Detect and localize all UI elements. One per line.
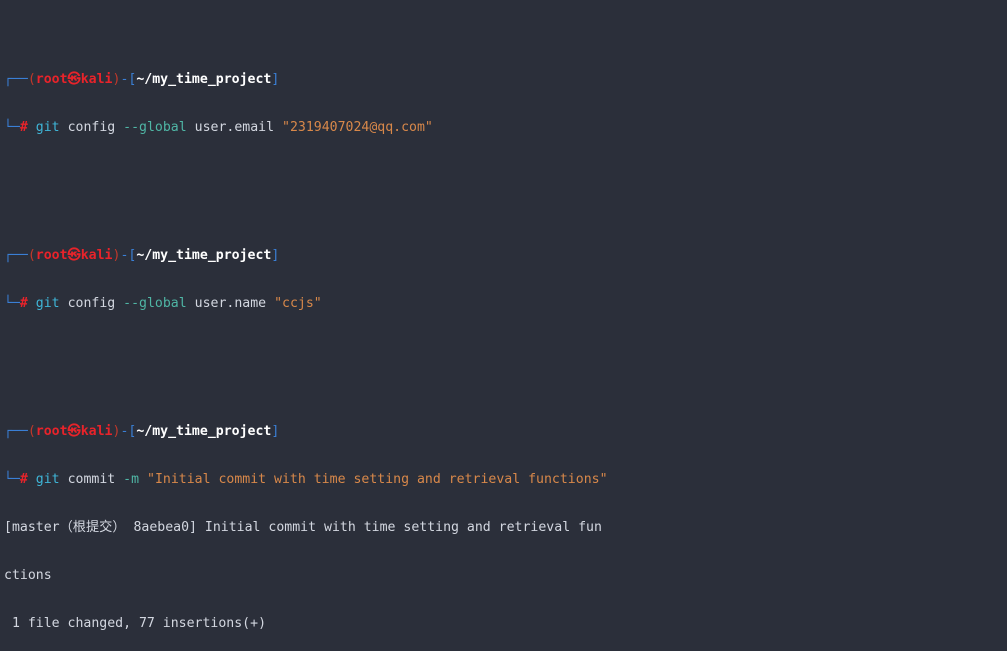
terminal-window[interactable]: ┌──(root㉿kali)-[~/my_time_project] └─# g… bbox=[0, 0, 1007, 651]
prompt-line-top: ┌──(root㉿kali)-[~/my_time_project] bbox=[4, 424, 1007, 440]
output-line: [master（根提交） 8aebea0] Initial commit wit… bbox=[4, 520, 602, 535]
command-arg: config bbox=[67, 296, 116, 311]
command-option: -m bbox=[123, 472, 140, 487]
prompt-hash: # bbox=[19, 296, 28, 311]
prompt-path: ~/my_time_project bbox=[136, 72, 272, 87]
command-name: git bbox=[35, 472, 60, 487]
prompt-user: root bbox=[35, 248, 68, 263]
prompt-user: root bbox=[35, 424, 68, 439]
prompt-host: kali bbox=[80, 248, 113, 263]
command-line-git-config-email[interactable]: └─# git config --global user.email "2319… bbox=[4, 120, 1007, 136]
prompt-host: kali bbox=[80, 72, 113, 87]
prompt-box-bottom: └─ bbox=[4, 472, 20, 487]
prompt-path: ~/my_time_project bbox=[136, 248, 272, 263]
prompt-close-bracket: ] bbox=[271, 72, 280, 87]
prompt-open-paren: ( bbox=[27, 248, 36, 263]
kali-logo-icon: ㉿ bbox=[67, 424, 81, 439]
prompt-open-paren: ( bbox=[27, 72, 36, 87]
prompt-line-top: ┌──(root㉿kali)-[~/my_time_project] bbox=[4, 72, 1007, 88]
kali-logo-icon: ㉿ bbox=[67, 72, 81, 87]
prompt-close-bracket: ] bbox=[271, 248, 280, 263]
output-line: ctions bbox=[4, 568, 52, 583]
prompt-box-bottom: └─ bbox=[4, 296, 20, 311]
command-arg: config bbox=[67, 120, 116, 135]
command-name: git bbox=[35, 120, 60, 135]
output-line: 1 file changed, 77 insertions(+) bbox=[4, 616, 267, 631]
prompt-hash: # bbox=[19, 120, 28, 135]
prompt-line-top: ┌──(root㉿kali)-[~/my_time_project] bbox=[4, 248, 1007, 264]
command-string: "Initial commit with time setting and re… bbox=[147, 472, 608, 487]
prompt-box-top: ┌── bbox=[4, 72, 28, 87]
command-line-git-config-name[interactable]: └─# git config --global user.name "ccjs" bbox=[4, 296, 1007, 312]
prompt-path: ~/my_time_project bbox=[136, 424, 272, 439]
command-option: --global bbox=[123, 296, 187, 311]
command-option: --global bbox=[123, 120, 187, 135]
prompt-user: root bbox=[35, 72, 68, 87]
command-string: "ccjs" bbox=[274, 296, 322, 311]
terminal-screen[interactable]: ┌──(root㉿kali)-[~/my_time_project] └─# g… bbox=[0, 0, 1007, 651]
kali-logo-icon: ㉿ bbox=[67, 248, 81, 263]
prompt-box-bottom: └─ bbox=[4, 120, 20, 135]
command-target: user.email bbox=[194, 120, 275, 135]
command-name: git bbox=[35, 296, 60, 311]
prompt-hash: # bbox=[19, 472, 28, 487]
command-line-git-commit[interactable]: └─# git commit -m "Initial commit with t… bbox=[4, 472, 1007, 488]
command-arg: commit bbox=[67, 472, 116, 487]
prompt-close-bracket: ] bbox=[271, 424, 280, 439]
prompt-open-paren: ( bbox=[27, 424, 36, 439]
prompt-box-top: ┌── bbox=[4, 424, 28, 439]
command-string: "2319407024@qq.com" bbox=[282, 120, 433, 135]
prompt-box-top: ┌── bbox=[4, 248, 28, 263]
command-target: user.name bbox=[194, 296, 267, 311]
prompt-host: kali bbox=[80, 424, 113, 439]
